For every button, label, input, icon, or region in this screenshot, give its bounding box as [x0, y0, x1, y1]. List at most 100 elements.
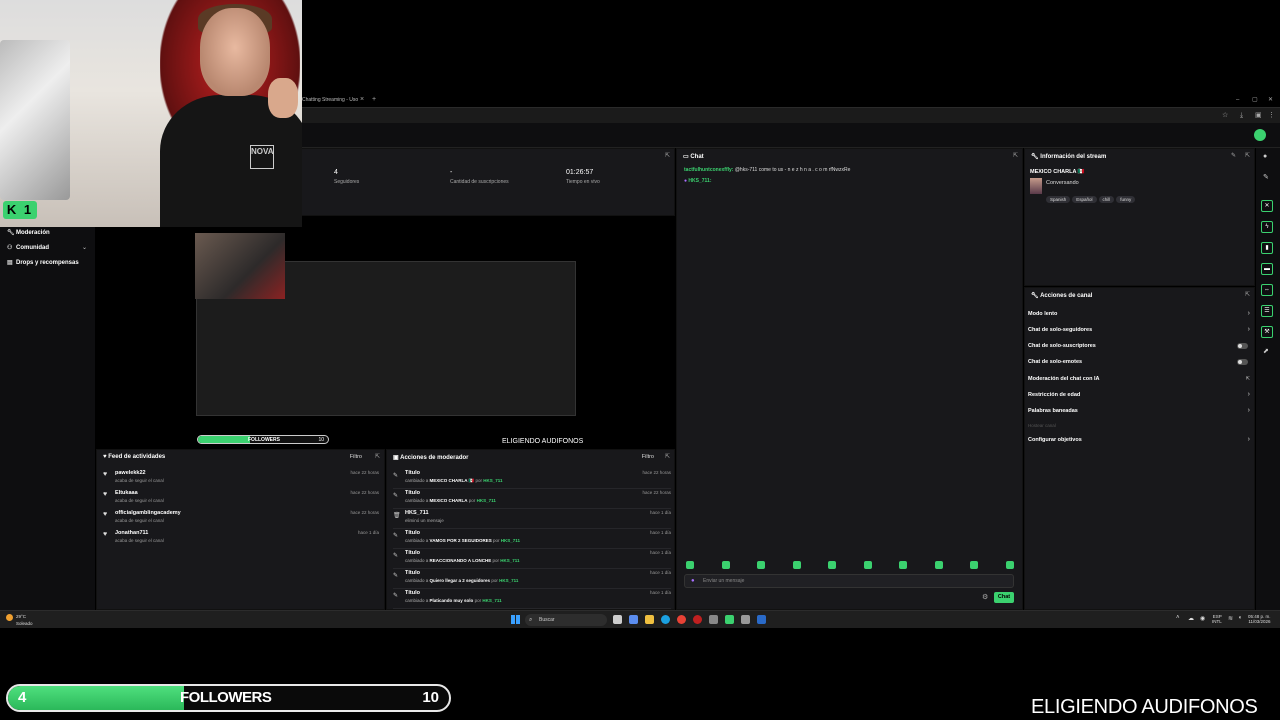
toggle-switch[interactable] [1237, 343, 1248, 349]
settings-icon[interactable] [709, 615, 718, 624]
popout-icon[interactable]: ⇱ [665, 453, 670, 460]
toggle-switch[interactable] [1237, 359, 1248, 365]
volume-icon[interactable]: ◖ [1238, 615, 1242, 621]
panel-title: Chat [690, 154, 704, 160]
rail-button-link[interactable]: ⇔ [1261, 284, 1273, 296]
share-icon[interactable]: ⬈ [1263, 347, 1269, 355]
emote-icon[interactable] [970, 561, 978, 569]
popout-icon[interactable]: ⇱ [375, 453, 380, 460]
panel-title: Feed de actividades [108, 454, 166, 460]
user-avatar[interactable] [1254, 129, 1266, 141]
feed-user[interactable]: Eltukaaa [115, 490, 138, 496]
popout-icon[interactable]: ⇱ [1013, 152, 1018, 159]
maximize-icon[interactable]: ▢ [1252, 94, 1258, 106]
tray-icon[interactable]: ◉ [1200, 615, 1205, 622]
minimize-icon[interactable]: – [1236, 94, 1239, 106]
chat-input[interactable]: ● Enviar un mensaje [684, 574, 1014, 588]
channel-action-item[interactable]: Chat de solo-suscriptores [1028, 343, 1250, 349]
channel-action-item[interactable]: Chat de solo-emotes [1028, 359, 1250, 365]
channel-action-item[interactable]: Palabras baneadas › [1028, 407, 1250, 414]
chat-send-button[interactable]: Chat [994, 592, 1014, 603]
weather-widget[interactable]: 29°C Soleado [6, 614, 33, 626]
chevron-up-icon[interactable]: ˄ [1176, 615, 1180, 621]
emote-icon[interactable] [1005, 561, 1014, 569]
steam-icon[interactable] [757, 615, 766, 624]
channel-action-item[interactable]: Chat de solo-seguidores › [1028, 326, 1250, 333]
language-indicator[interactable]: ESP INTL [1212, 614, 1222, 624]
rail-button-wrench[interactable]: ⚒ [1261, 326, 1273, 338]
wifi-icon[interactable]: ≋ [1228, 615, 1233, 622]
clock[interactable]: 05:48 p. m. 11/03/2026 [1248, 614, 1271, 624]
feed-user[interactable]: Jonathan711 [115, 530, 148, 536]
mod-action-title: Título [405, 590, 420, 596]
browser-menu-icon[interactable]: ⋮ [1268, 110, 1275, 122]
stream-category[interactable]: Conversando [1046, 180, 1079, 186]
nav-item-comunidad[interactable]: ⚇ Comunidad [7, 244, 49, 251]
channel-action-item[interactable]: Modo lento › [1028, 310, 1250, 317]
emote-icon[interactable] [721, 561, 730, 569]
pencil-icon[interactable]: ✎ [1263, 173, 1269, 181]
app-icon[interactable] [629, 615, 638, 624]
filter-button[interactable]: Filtro [642, 454, 654, 460]
emote-icon[interactable] [934, 561, 943, 569]
tag[interactable]: funny [1116, 196, 1136, 203]
tag[interactable]: chill [1098, 196, 1115, 203]
file-explorer-icon[interactable] [645, 615, 654, 624]
browser-tab[interactable]: Chatting Streaming - Uso [298, 94, 368, 106]
chrome-icon[interactable] [677, 615, 686, 624]
obs-icon[interactable] [693, 615, 702, 624]
emote-icon[interactable] [686, 561, 694, 569]
window-close-icon[interactable]: ✕ [1268, 94, 1273, 106]
emote-icon[interactable] [828, 561, 836, 569]
windows-start-icon[interactable] [511, 615, 520, 624]
chat-username[interactable]: tactfulhuntconexffly: [684, 167, 733, 173]
rail-button-bolt[interactable]: ϟ [1261, 221, 1273, 233]
download-icon[interactable]: ⤓ [1240, 110, 1243, 122]
channel-action-item[interactable]: Moderación del chat con IA ⇱ [1028, 376, 1250, 382]
rail-button-close[interactable]: ✕ [1261, 200, 1273, 212]
app-icon[interactable] [725, 615, 734, 624]
chat-username[interactable]: HKS_711: [688, 178, 711, 184]
popout-icon[interactable]: ⇱ [665, 152, 670, 159]
popout-icon[interactable]: ⇱ [1245, 291, 1250, 298]
new-tab-button[interactable]: + [372, 94, 376, 106]
edge-icon[interactable] [661, 615, 670, 624]
extensions-icon[interactable]: ▣ [1255, 110, 1262, 122]
tag[interactable]: Español [1072, 196, 1097, 203]
mic-icon[interactable]: ● [691, 578, 695, 584]
channel-actions-title: 🔧︎ Acciones de canal [1025, 288, 1254, 303]
tag[interactable]: Spanish [1046, 196, 1071, 203]
feed-user[interactable]: officialgamblingacademy [115, 510, 181, 516]
rail-button-users[interactable]: ☰ [1261, 305, 1273, 317]
person-hand [268, 78, 298, 118]
mic-icon: ● [684, 178, 688, 184]
popout-icon[interactable]: ⇱ [1245, 152, 1250, 159]
rail-button-chat[interactable]: ▬ [1261, 263, 1273, 275]
chevron-down-icon[interactable]: ⌄ [82, 244, 87, 251]
taskbar-search[interactable]: ⌕ Buscar [525, 614, 607, 626]
emote-icon[interactable] [863, 561, 872, 569]
feed-user[interactable]: pawelekk22 [115, 470, 146, 476]
tray-icon[interactable]: ☁ [1188, 615, 1194, 622]
emote-icon[interactable] [899, 561, 907, 569]
channel-action-item[interactable]: Hostear canal [1028, 423, 1250, 428]
gift-icon: ▤ [7, 260, 13, 266]
mod-action-time: hace 1 día [649, 510, 671, 515]
info-icon[interactable]: ● [1263, 153, 1267, 160]
emote-icon[interactable] [757, 561, 765, 569]
channel-action-item[interactable]: Restricción de edad › [1028, 391, 1250, 398]
stream-preview[interactable]: FOLLOWERS 10 ELIGIENDO AUDIFONOS [96, 228, 675, 448]
emote-icon[interactable] [792, 561, 801, 569]
nav-item-moderacion[interactable]: 🔧︎Moderación [7, 229, 50, 236]
mod-action-item: ✎ Título cambiado a REACCIONANDO A LONCHE … [393, 550, 671, 569]
close-tab-icon[interactable]: × [360, 94, 364, 106]
gear-icon[interactable]: ⚙ [982, 593, 988, 601]
task-view-icon[interactable] [613, 615, 622, 624]
nav-item-drops[interactable]: ▤ Drops y recompensas [7, 259, 79, 266]
filter-button[interactable]: Filtro [350, 454, 362, 460]
app-icon[interactable] [741, 615, 750, 624]
star-icon[interactable]: ☆ [1222, 110, 1228, 122]
rail-button-doc[interactable]: ▮ [1261, 242, 1273, 254]
edit-icon[interactable]: ✎ [1231, 152, 1236, 159]
channel-action-item[interactable]: Configurar objetivos › [1028, 436, 1250, 443]
